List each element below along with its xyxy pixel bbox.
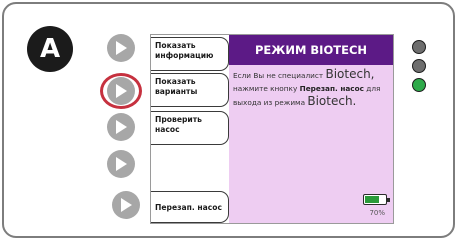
play-arrow-icon [116, 120, 127, 134]
message-part: Если Вы не специалист [233, 71, 326, 80]
side-button-3[interactable] [107, 113, 135, 141]
device-screen: Показать информацию Показать варианты Пр… [150, 34, 394, 224]
play-arrow-icon [116, 157, 127, 171]
message-button-name: Перезап. насос [299, 84, 364, 93]
message-part: нажмите кнопку [233, 84, 300, 93]
menu-item-label: насос [155, 125, 180, 134]
screen-title: РЕЖИМ BIOTECH [229, 35, 393, 65]
menu-item-check-pump[interactable]: Проверить насос [151, 111, 229, 145]
play-arrow-icon [121, 198, 132, 212]
play-arrow-icon [116, 41, 127, 55]
menu-item-show-info[interactable]: Показать информацию [151, 37, 229, 71]
status-led-1 [412, 40, 426, 54]
menu-item-label: Показать [155, 41, 196, 50]
content-pane: РЕЖИМ BIOTECH Если Вы не специалист Biot… [229, 35, 393, 223]
status-led-3 [412, 78, 426, 92]
menu-item-show-options[interactable]: Показать варианты [151, 73, 229, 107]
battery-icon [363, 194, 390, 205]
menu-item-label: Проверить [155, 115, 202, 124]
battery-tip [387, 198, 390, 202]
selected-button-highlight [100, 73, 142, 109]
status-led-2 [412, 59, 426, 73]
side-button-4[interactable] [107, 150, 135, 178]
battery-level-fill [365, 196, 379, 203]
message-brand: Biotech. [307, 94, 357, 108]
menu-item-label: Показать [155, 77, 196, 86]
side-button-1[interactable] [107, 34, 135, 62]
soft-key-menu: Показать информацию Показать варианты Пр… [151, 35, 231, 223]
message-text: Если Вы не специалист Biotech, нажмите к… [233, 68, 390, 109]
battery-percent: 70% [369, 209, 385, 217]
menu-item-label: информацию [155, 51, 214, 60]
panel-label-badge: A [27, 26, 73, 72]
side-button-5[interactable] [112, 191, 140, 219]
menu-item-restart-pump[interactable]: Перезап. насос [151, 191, 229, 223]
message-brand: Biotech, [325, 67, 375, 81]
menu-item-label: варианты [155, 87, 198, 96]
menu-item-label: Перезап. насос [155, 203, 222, 212]
